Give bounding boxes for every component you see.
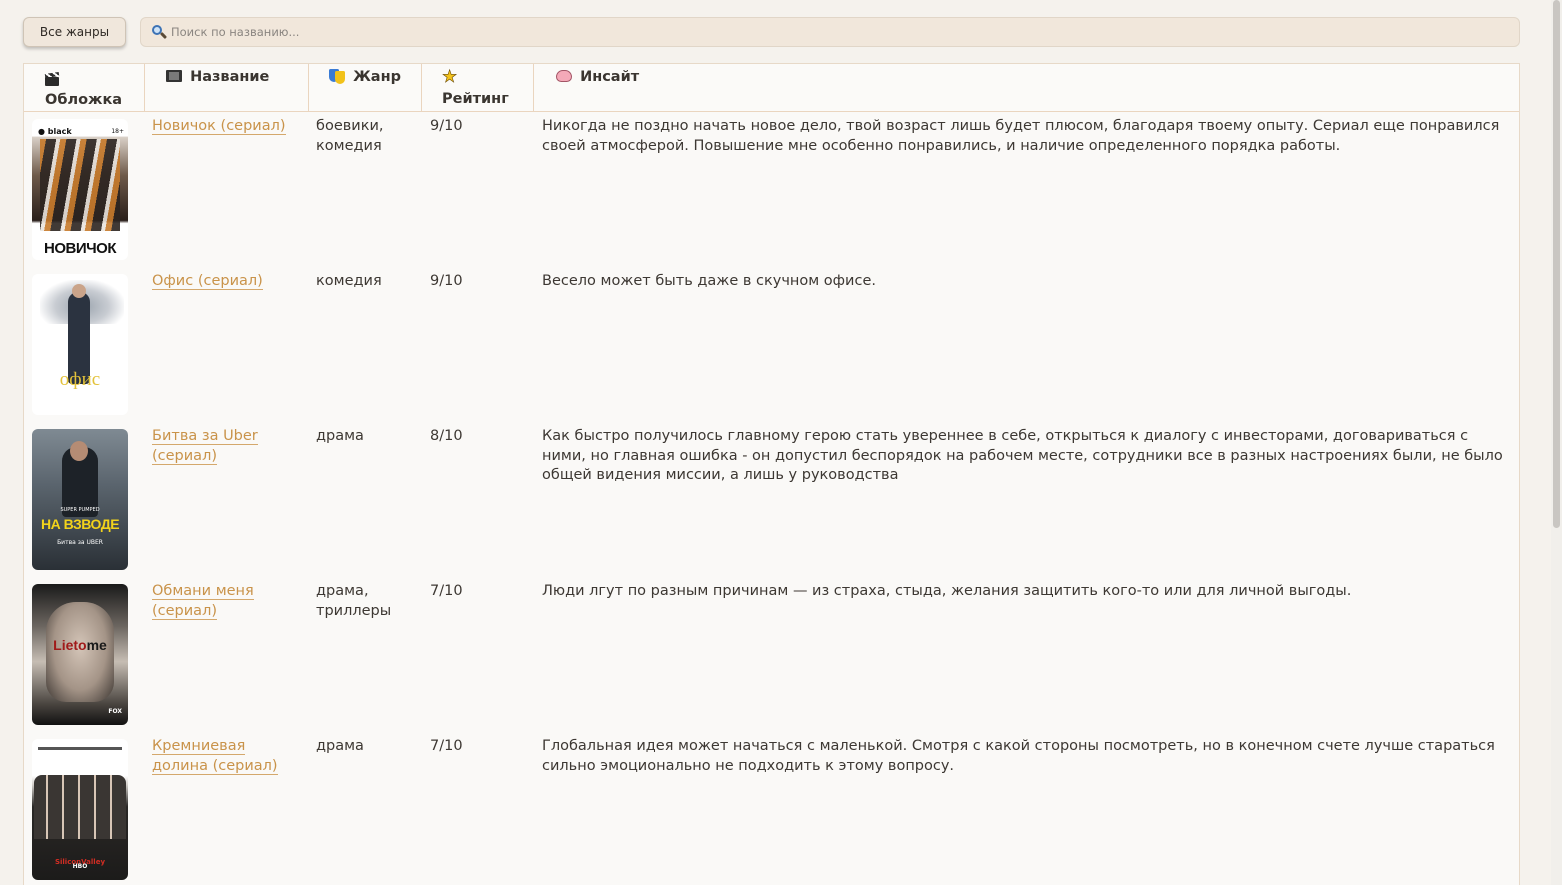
series-table: Обложка Название Жанр ★ Рейтинг Инсайт ●… [23, 63, 1520, 885]
cover-image[interactable]: SiliconValley HBO [32, 739, 128, 880]
series-title-link[interactable]: Новичок (сериал) [152, 118, 286, 135]
search-icon [151, 24, 168, 40]
film-frames-icon [166, 69, 182, 83]
genre-cell: драма [316, 738, 364, 754]
table-row: Lietome FOX Обмани меня (сериал) драма, … [24, 577, 1519, 732]
table-row: офис Офис (сериал) комедия 9/10 Весело м… [24, 267, 1519, 422]
header-insight[interactable]: Инсайт [534, 64, 1519, 111]
cover-image[interactable]: SUPER PUMPED НА ВЗВОДЕ Битва за UBER [32, 429, 128, 570]
poster-title: НОВИЧОК [44, 239, 116, 257]
scrollbar-thumb[interactable] [1553, 0, 1560, 528]
rating-cell: 7/10 [430, 738, 463, 754]
title-cell: Кремниевая долина (сериал) [152, 737, 302, 776]
title-cell: Офис (сериал) [152, 272, 302, 292]
header-insight-label: Инсайт [580, 69, 640, 85]
title-cell: Битва за Uber (сериал) [152, 427, 302, 466]
title-cell: Новичок (сериал) [152, 117, 302, 137]
rating-cell: 9/10 [430, 118, 463, 134]
genre-cell: боевики, комедия [316, 118, 384, 154]
poster-title: Lietome [53, 637, 107, 653]
title-cell: Обмани меня (сериал) [152, 582, 302, 621]
header-title-label: Название [190, 69, 270, 85]
header-title[interactable]: Название [145, 64, 309, 111]
series-title-link[interactable]: Битва за Uber (сериал) [152, 428, 258, 465]
table-header: Обложка Название Жанр ★ Рейтинг Инсайт [24, 64, 1519, 112]
cover-image[interactable]: офис [32, 274, 128, 415]
vertical-scrollbar[interactable] [1551, 0, 1562, 885]
header-rating-label: Рейтинг [442, 91, 509, 107]
page: Все жанры Обложка Название Жанр ★ Рейтин… [0, 0, 1562, 885]
insight-cell: Глобальная идея может начаться с маленьк… [542, 738, 1495, 774]
genre-filter-button[interactable]: Все жанры [23, 17, 126, 47]
header-genre-label: Жанр [353, 69, 401, 85]
table-row: SUPER PUMPED НА ВЗВОДЕ Битва за UBER Бит… [24, 422, 1519, 577]
brain-icon [556, 69, 572, 83]
header-cover[interactable]: Обложка [24, 64, 145, 111]
series-title-link[interactable]: Кремниевая долина (сериал) [152, 738, 278, 775]
insight-cell: Весело может быть даже в скучном офисе. [542, 273, 876, 289]
table-row: SiliconValley HBO Кремниевая долина (сер… [24, 732, 1519, 885]
insight-cell: Люди лгут по разным причинам — из страха… [542, 583, 1352, 599]
series-title-link[interactable]: Офис (сериал) [152, 273, 263, 290]
poster-network: HBO [72, 862, 88, 870]
genre-cell: драма, триллеры [316, 583, 392, 619]
clapperboard-icon [44, 72, 61, 86]
insight-cell: Как быстро получилось главному герою ста… [542, 428, 1503, 483]
search-input[interactable] [171, 25, 1519, 39]
header-rating[interactable]: ★ Рейтинг [422, 64, 534, 111]
series-title-link[interactable]: Обмани меня (сериал) [152, 583, 254, 620]
header-cover-label: Обложка [45, 92, 123, 108]
rating-cell: 9/10 [430, 273, 463, 289]
poster-caption: Битва за UBER [57, 539, 103, 546]
star-icon: ★ [442, 67, 458, 87]
table-row: ● black 18+ НОВИЧОК Новичок (сериал) бое… [24, 112, 1519, 267]
theater-masks-icon [329, 69, 345, 84]
cover-image[interactable]: ● black 18+ НОВИЧОК [32, 119, 128, 260]
search-box[interactable] [140, 17, 1520, 47]
genre-cell: комедия [316, 273, 382, 289]
poster-title: НА ВЗВОДЕ [40, 516, 120, 532]
rating-cell: 7/10 [430, 583, 463, 599]
poster-title: офис [59, 369, 101, 390]
genre-cell: драма [316, 428, 364, 444]
insight-cell: Никогда не поздно начать новое дело, тво… [542, 118, 1500, 154]
cover-image[interactable]: Lietome FOX [32, 584, 128, 725]
rating-cell: 8/10 [430, 428, 463, 444]
poster-network: FOX [108, 707, 122, 715]
header-genre[interactable]: Жанр [309, 64, 422, 111]
